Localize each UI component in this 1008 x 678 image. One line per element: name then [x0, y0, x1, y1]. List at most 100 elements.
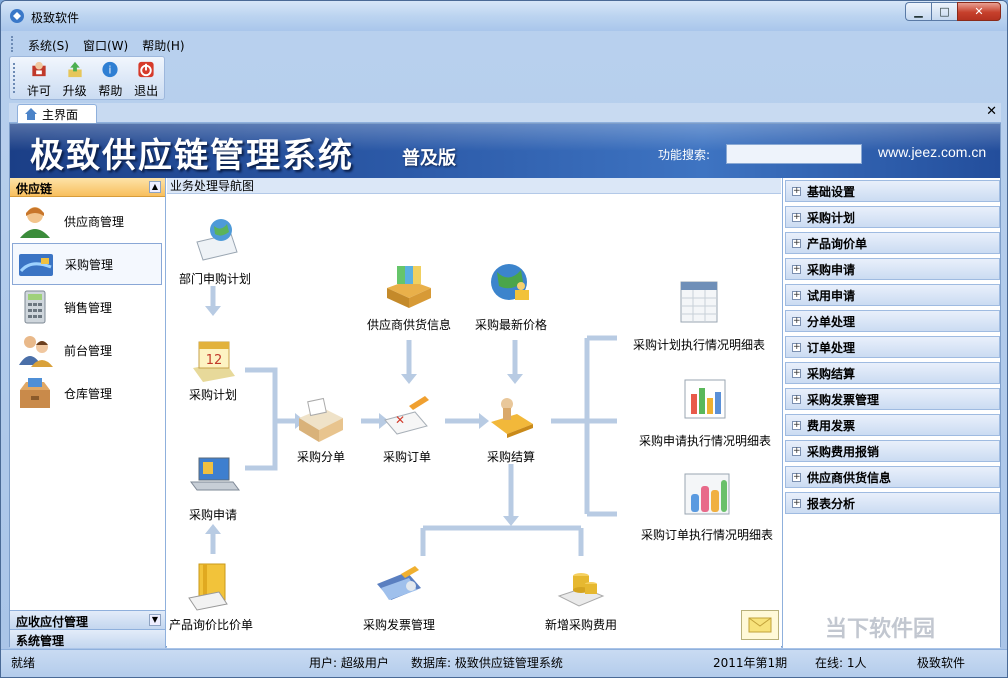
nav-item-warehouse[interactable]: 仓库管理 — [12, 372, 162, 414]
tab-main[interactable]: 主界面 — [17, 104, 97, 123]
menu-window[interactable]: 窗口(W) — [77, 34, 134, 54]
expand-plus-icon[interactable]: + — [792, 498, 801, 508]
folder-icon — [188, 563, 228, 611]
expand-plus-icon[interactable]: + — [792, 186, 801, 196]
expand-plus-icon[interactable]: + — [792, 290, 801, 300]
nav-group-receivables[interactable]: 应收应付管理 ▼ — [10, 610, 165, 629]
tree-node[interactable]: + 报表分析 — [785, 492, 1000, 514]
tree-node[interactable]: + 采购费用报销 — [785, 440, 1000, 462]
menu-help[interactable]: 帮助(H) — [136, 34, 190, 54]
node-order-report[interactable]: 采购订单执行情况明细表 — [641, 468, 773, 543]
expand-down-icon[interactable]: ▼ — [149, 614, 161, 626]
toolbar-grip — [13, 63, 17, 93]
expand-plus-icon[interactable]: + — [792, 212, 801, 222]
nav-group-system[interactable]: 系统管理 — [10, 629, 165, 648]
nav-item-sales[interactable]: 销售管理 — [12, 286, 162, 328]
node-latest-price[interactable]: 采购最新价格 — [475, 258, 547, 333]
credit-card-icon — [19, 254, 53, 276]
parcel-icon — [299, 397, 343, 442]
node-new-expense[interactable]: 新增采购费用 — [545, 558, 617, 633]
expand-plus-icon[interactable]: + — [792, 316, 801, 326]
node-request-report[interactable]: 采购申请执行情况明细表 — [639, 374, 771, 449]
tab-close-icon[interactable]: ✕ — [986, 104, 997, 119]
node-invoice-management[interactable]: 采购发票管理 — [363, 558, 435, 633]
laptop-icon — [190, 457, 240, 491]
nav-item-label: 前台管理 — [64, 343, 113, 358]
tree-node[interactable]: + 采购计划 — [785, 206, 1000, 228]
node-purchase-order[interactable]: ✕ 采购订单 — [379, 390, 435, 465]
node-dept-purchase-plan[interactable]: 部门申购计划 — [179, 212, 251, 287]
upgrade-icon — [67, 61, 82, 78]
nav-item-purchase[interactable]: 采购管理 — [12, 243, 162, 285]
supplier-person-icon — [20, 207, 50, 238]
upgrade-label: 升级 — [62, 84, 87, 98]
node-purchase-settle[interactable]: 采购结算 — [483, 390, 539, 465]
node-label: 采购计划执行情况明细表 — [633, 338, 766, 352]
message-button[interactable] — [741, 610, 779, 640]
nav-item-front-desk[interactable]: 前台管理 — [12, 329, 162, 371]
node-supplier-info[interactable]: 供应商供货信息 — [367, 258, 451, 333]
menu-system[interactable]: 系统(S) — [22, 34, 75, 54]
maximize-button[interactable]: □ — [931, 2, 957, 21]
tree-node[interactable]: + 采购结算 — [785, 362, 1000, 384]
power-icon — [138, 61, 154, 78]
app-icon — [10, 9, 24, 23]
tree-node[interactable]: + 试用申请 — [785, 284, 1000, 306]
app-window: 极致软件 ▁ □ ✕ 系统(S) 窗口(W) 帮助(H) 许可 升级 i 帮助 … — [0, 0, 1008, 678]
tree-node[interactable]: + 采购申请 — [785, 258, 1000, 280]
nav-group-supply-chain[interactable]: 供应链 ▲ — [10, 178, 165, 197]
tree-node[interactable]: + 基础设置 — [785, 180, 1000, 202]
expand-plus-icon[interactable]: + — [792, 238, 801, 248]
node-plan-report[interactable]: 采购计划执行情况明细表 — [633, 278, 765, 353]
expand-plus-icon[interactable]: + — [792, 264, 801, 274]
nav-item-supplier[interactable]: 供应商管理 — [12, 200, 162, 242]
exit-button[interactable]: 退出 — [128, 57, 164, 99]
expand-plus-icon[interactable]: + — [792, 394, 801, 404]
tree-node[interactable]: + 分单处理 — [785, 310, 1000, 332]
upgrade-button[interactable]: 升级 — [57, 57, 93, 99]
function-tree-panel: + 基础设置 + 采购计划 + 产品询价单 + 采购申请 + 试用申请 + 分单处理 + 订单… — [782, 178, 1000, 648]
expand-plus-icon[interactable]: + — [792, 420, 801, 430]
node-label: 新增采购费用 — [545, 618, 618, 632]
minimize-icon: ▁ — [914, 5, 923, 18]
svg-text:i: i — [109, 64, 112, 76]
tree-node[interactable]: + 产品询价单 — [785, 232, 1000, 254]
node-purchase-split[interactable]: 采购分单 — [293, 390, 349, 465]
tree-node-label: 基础设置 — [807, 184, 856, 199]
license-button[interactable]: 许可 — [21, 57, 57, 99]
expand-plus-icon[interactable]: + — [792, 342, 801, 352]
envelope-icon — [748, 617, 772, 633]
help-button[interactable]: i 帮助 — [92, 57, 128, 99]
tree-node-label: 产品询价单 — [807, 236, 868, 251]
settlement-stamp-icon — [491, 398, 533, 438]
node-price-compare[interactable]: 产品询价比价单 — [169, 558, 253, 633]
node-label: 部门申购计划 — [179, 272, 252, 286]
license-icon — [32, 61, 46, 77]
tree-node[interactable]: + 订单处理 — [785, 336, 1000, 358]
window-title: 极致软件 — [31, 11, 80, 25]
collapse-up-icon[interactable]: ▲ — [149, 181, 161, 193]
main-content: 极致供应链管理系统 普及版 功能搜索: www.jeez.com.cn 供应链 … — [9, 123, 1001, 648]
tree-node[interactable]: + 采购发票管理 — [785, 388, 1000, 410]
status-online: 在线: 1人 — [815, 656, 867, 670]
minimize-button[interactable]: ▁ — [905, 2, 931, 21]
node-purchase-request[interactable]: 采购申请 — [185, 448, 241, 523]
website-link[interactable]: www.jeez.com.cn — [878, 144, 986, 160]
globe-document-icon — [196, 219, 238, 261]
expand-plus-icon[interactable]: + — [792, 472, 801, 482]
svg-text:✕: ✕ — [395, 413, 405, 427]
function-search-input[interactable] — [726, 144, 862, 164]
title-bar: 极致软件 ▁ □ ✕ — [1, 1, 1007, 31]
node-purchase-plan[interactable]: 12 采购计划 — [185, 328, 241, 403]
tree-node-label: 分单处理 — [807, 314, 856, 329]
license-label: 许可 — [26, 84, 51, 98]
tree-node-label: 采购费用报销 — [807, 444, 880, 459]
svg-text:12: 12 — [206, 353, 223, 368]
close-button[interactable]: ✕ — [957, 2, 1001, 21]
tree-node[interactable]: + 供应商供货信息 — [785, 466, 1000, 488]
expand-plus-icon[interactable]: + — [792, 368, 801, 378]
nav-item-label: 采购管理 — [65, 257, 114, 272]
nav-group-label: 供应链 — [16, 182, 53, 196]
expand-plus-icon[interactable]: + — [792, 446, 801, 456]
tree-node[interactable]: + 费用发票 — [785, 414, 1000, 436]
